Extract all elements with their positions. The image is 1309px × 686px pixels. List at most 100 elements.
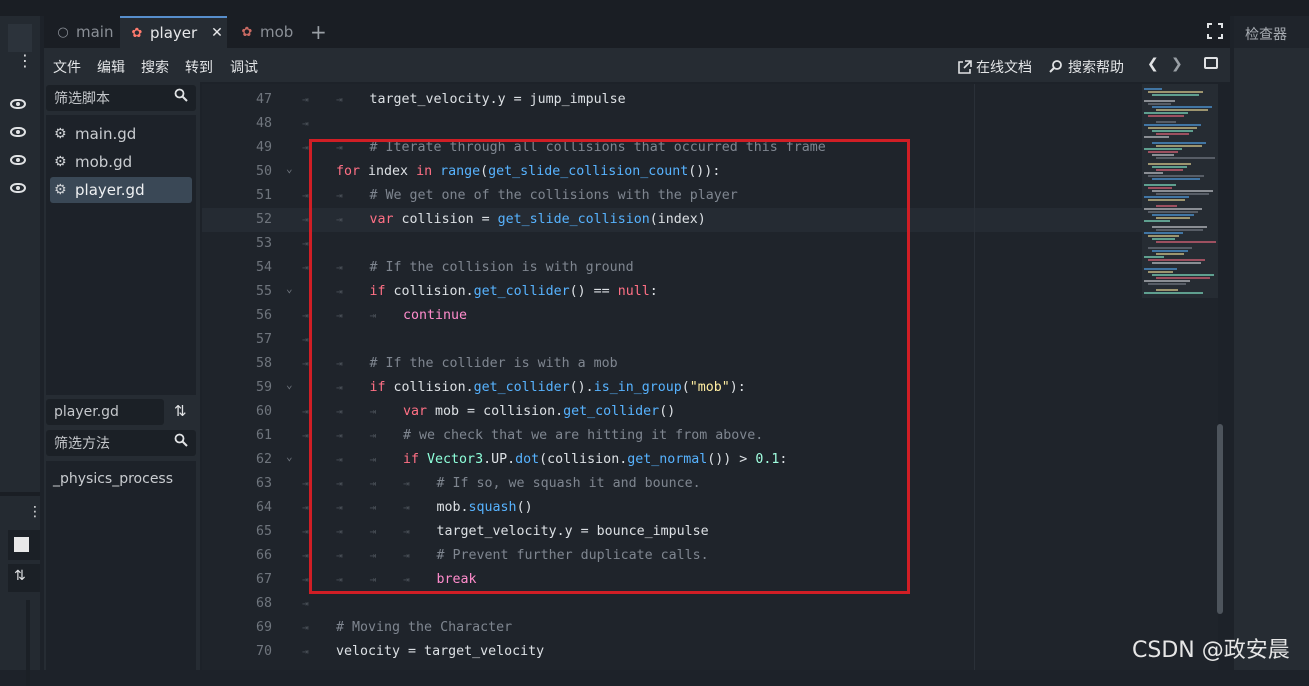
menu-edit[interactable]: 编辑 [97, 57, 125, 77]
menu-search[interactable]: 搜索 [141, 57, 169, 77]
line-number: 51 [255, 188, 272, 203]
tab-main[interactable]: ○ main [48, 16, 120, 48]
menu-file[interactable]: 文件 [53, 57, 81, 77]
minimap-line [1152, 166, 1187, 168]
editor-vertical-scrollbar[interactable] [1217, 424, 1223, 614]
fold-arrow-icon[interactable]: ⌄ [286, 373, 293, 397]
line-number: 69 [255, 620, 272, 635]
minimap-line [1144, 256, 1164, 258]
line-number: 56 [255, 308, 272, 323]
minimap-line [1148, 91, 1203, 93]
menu-goto[interactable]: 转到 [185, 57, 213, 77]
fullscreen-icon[interactable] [1207, 23, 1223, 39]
minimap-line [1156, 229, 1203, 231]
sort-icon[interactable]: ⇅ [14, 568, 26, 584]
method-item[interactable]: _physics_process [53, 471, 173, 487]
minimap-line [1148, 235, 1179, 237]
code-text: velocity = target_velocity [336, 640, 544, 664]
code-token: target_velocity.y = jump_impulse [369, 92, 626, 107]
minimap-line [1148, 151, 1178, 153]
dock-scrollbar[interactable] [26, 600, 30, 686]
tab-player[interactable]: ✿ player ✕ [120, 16, 227, 48]
tab-marker-icon: ⇥ [302, 405, 309, 418]
tab-mob[interactable]: ✿ mob [230, 16, 300, 48]
method-filter-placeholder: 筛选方法 [54, 436, 110, 452]
script-item-player[interactable]: ⚙ player.gd [50, 177, 192, 203]
minimap-line [1156, 217, 1190, 219]
line-number: 54 [255, 260, 272, 275]
fold-arrow-icon[interactable]: ⌄ [286, 157, 293, 181]
minimap-line [1144, 220, 1170, 222]
line-number: 49 [255, 140, 272, 155]
add-tab-button[interactable]: + [310, 16, 330, 48]
tab-marker-icon: ⇥ [336, 93, 343, 106]
current-script-field[interactable]: player.gd [46, 399, 164, 425]
sort-icon[interactable]: ⇅ [174, 402, 187, 420]
visibility-eye-icon[interactable] [10, 183, 26, 193]
tab-marker-icon: ⇥ [302, 597, 309, 610]
color-swatch[interactable] [14, 537, 29, 552]
dock-menu-icon[interactable]: ⋮ [17, 53, 33, 69]
minimap-line [1156, 145, 1202, 147]
close-tab-icon[interactable]: ✕ [211, 25, 223, 41]
history-forward-button[interactable]: ❯ [1171, 56, 1183, 72]
line-number: 65 [255, 524, 272, 539]
code-line[interactable]: 48 ⇥ [202, 112, 1218, 136]
code-line[interactable]: 70 ⇥ velocity = target_velocity [202, 640, 1218, 664]
line-length-guide [974, 84, 975, 670]
code-line[interactable]: 47 ⇥ ⇥ target_velocity.y = jump_impulse [202, 88, 1218, 112]
fold-arrow-icon[interactable]: ⌄ [286, 445, 293, 469]
minimap-line [1156, 169, 1183, 171]
fold-arrow-icon[interactable]: ⌄ [286, 277, 293, 301]
minimap-line [1144, 124, 1201, 126]
code-line[interactable]: 69 ⇥ # Moving the Character [202, 616, 1218, 640]
minimap-line [1144, 292, 1203, 294]
code-minimap[interactable] [1142, 84, 1218, 298]
script-name: player.gd [75, 181, 145, 199]
method-filter-input[interactable]: 筛选方法 [46, 430, 196, 456]
gear-icon: ⚙ [54, 154, 67, 170]
tab-label: mob [260, 23, 294, 41]
search-help-label: 搜索帮助 [1068, 60, 1124, 76]
script-item-main[interactable]: ⚙ main.gd [50, 121, 192, 147]
visibility-eye-icon[interactable] [10, 99, 26, 109]
online-docs-button[interactable]: 在线文档 [957, 57, 1032, 77]
visibility-eye-icon[interactable] [10, 127, 26, 137]
minimap-line [1152, 250, 1188, 252]
code-line[interactable]: 68 ⇥ [202, 592, 1218, 616]
tab-marker-icon: ⇥ [302, 357, 309, 370]
method-list: _physics_process [46, 461, 196, 670]
menu-debug[interactable]: 调试 [230, 57, 258, 77]
tab-marker-icon: ⇥ [302, 213, 309, 226]
minimap-line [1148, 115, 1184, 117]
minimap-line [1156, 157, 1215, 159]
window-toggle-icon[interactable] [1204, 57, 1218, 69]
minimap-line [1144, 196, 1189, 198]
script-filter-input[interactable]: 筛选脚本 [46, 85, 196, 111]
history-back-button[interactable]: ❮ [1147, 56, 1159, 72]
minimap-line [1148, 103, 1171, 105]
minimap-line [1144, 172, 1163, 174]
dock-splitter[interactable] [0, 492, 40, 496]
minimap-line [1156, 289, 1178, 291]
minimap-line [1156, 133, 1189, 135]
tab-marker-icon: ⇥ [302, 117, 309, 130]
external-link-icon [958, 59, 972, 74]
line-number: 66 [255, 548, 272, 563]
dock-menu-icon[interactable]: ⋮ [28, 504, 42, 520]
script-tab-bar: ○ main ✿ player ✕ ✿ mob + [44, 16, 1230, 48]
line-number: 50 [255, 164, 272, 179]
line-number: 62 [255, 452, 272, 467]
tab-marker-icon: ⇥ [302, 189, 309, 202]
left-tab-stub[interactable] [8, 24, 32, 52]
line-number: 67 [255, 572, 272, 587]
search-help-button[interactable]: 搜索帮助 [1048, 57, 1124, 77]
script-item-mob[interactable]: ⚙ mob.gd [50, 149, 192, 175]
tab-marker-icon: ⇥ [302, 141, 309, 154]
visibility-eye-icon[interactable] [10, 155, 26, 165]
minimap-line [1156, 193, 1209, 195]
line-number: 57 [255, 332, 272, 347]
code-text: # Moving the Character [336, 616, 512, 640]
line-number: 58 [255, 356, 272, 371]
tab-marker-icon: ⇥ [302, 309, 309, 322]
